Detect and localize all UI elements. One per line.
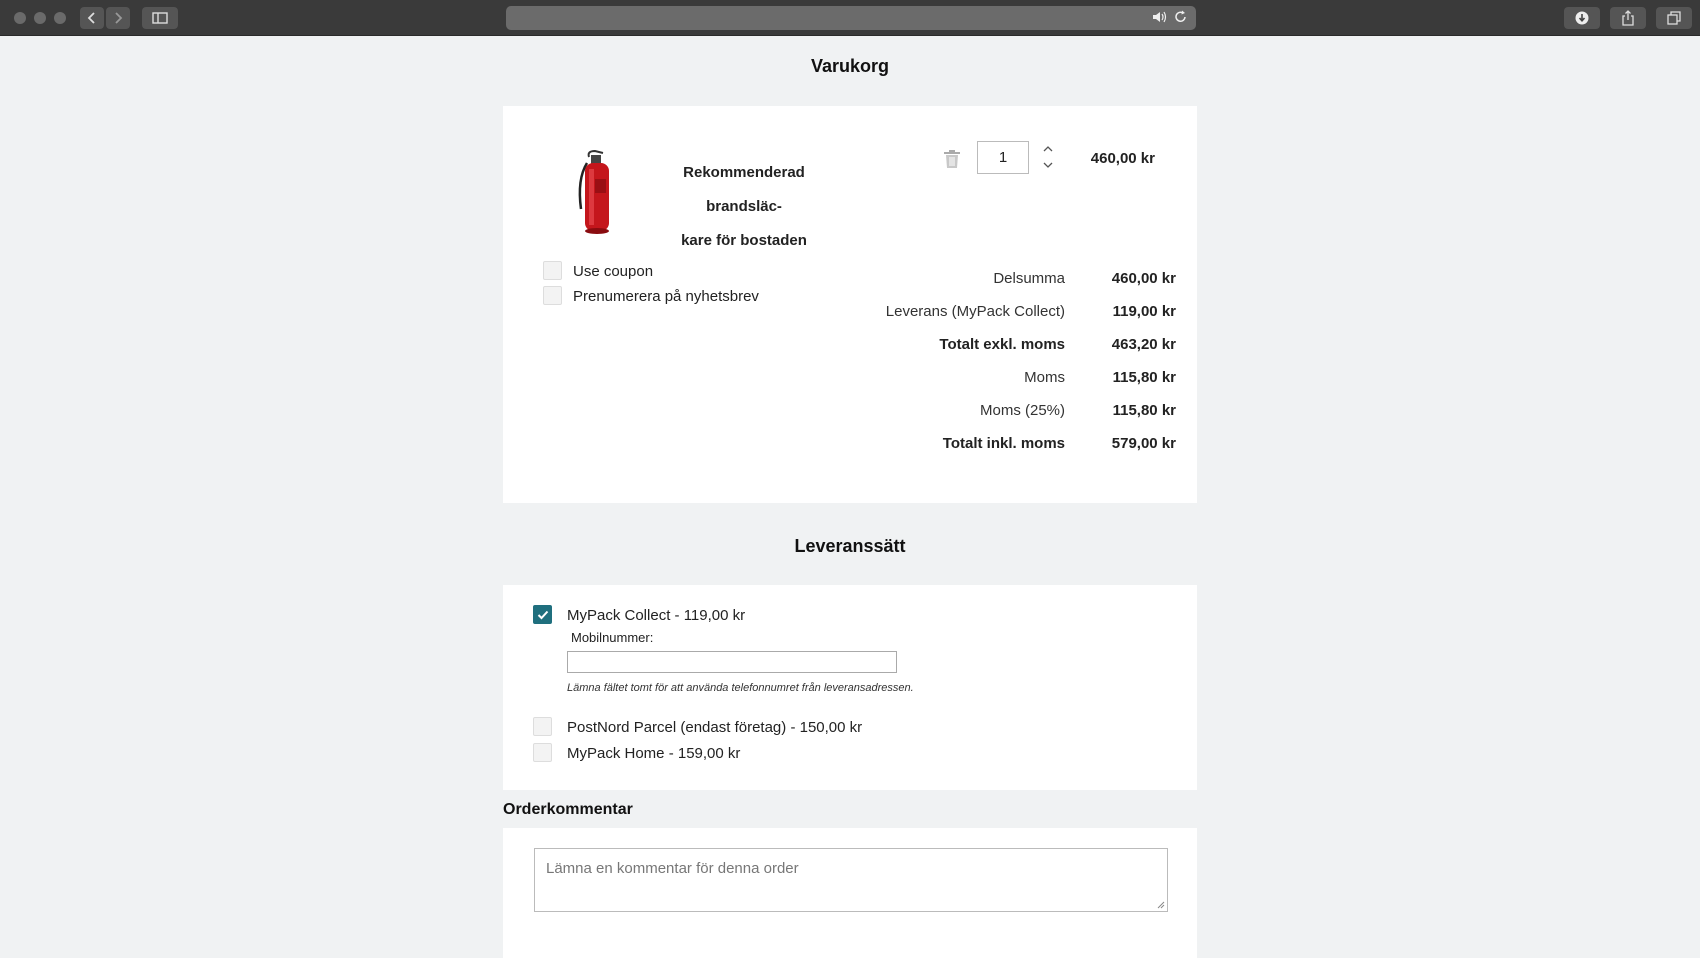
- back-button[interactable]: [80, 7, 104, 29]
- chevron-left-icon: [87, 12, 95, 24]
- subtotal-label: Delsumma: [993, 270, 1065, 287]
- quantity-stepper[interactable]: [1041, 143, 1055, 171]
- share-icon: [1622, 10, 1634, 26]
- use-coupon-label[interactable]: Use coupon: [573, 263, 653, 280]
- postnord-parcel-radio[interactable]: [533, 717, 552, 736]
- delivery-card: MyPack Collect - 119,00 kr Mobilnummer: …: [503, 585, 1197, 790]
- cart-card: Rekommenderad brandsläc- kare för bostad…: [503, 106, 1197, 503]
- order-comment-title: Orderkommentar: [503, 801, 633, 818]
- mobile-number-hint: Lämna fältet tomt för att använda telefo…: [567, 682, 914, 694]
- subtotal-value: 460,00 kr: [1111, 270, 1176, 287]
- sidebar-icon: [152, 12, 168, 24]
- vat-25-label: Moms (25%): [979, 402, 1065, 419]
- mypack-collect-radio[interactable]: [533, 605, 552, 624]
- product-name[interactable]: Rekommenderad brandsläc- kare för bostad…: [651, 156, 837, 258]
- share-button[interactable]: [1610, 7, 1646, 29]
- shipping-value: 119,00 kr: [1112, 303, 1176, 320]
- delivery-title: Leveranssätt: [794, 536, 906, 556]
- chevron-up-icon: [1043, 146, 1053, 152]
- mobile-number-label: Mobilnummer:: [571, 630, 654, 645]
- mobile-number-input[interactable]: [567, 651, 897, 673]
- mypack-home-label[interactable]: MyPack Home - 159,00 kr: [567, 745, 740, 762]
- window-close-button[interactable]: [14, 12, 26, 24]
- postnord-parcel-label[interactable]: PostNord Parcel (endast företag) - 150,0…: [567, 719, 862, 736]
- browser-toolbar: [0, 0, 1700, 36]
- window-zoom-button[interactable]: [54, 12, 66, 24]
- downloads-button[interactable]: [1564, 7, 1600, 29]
- mypack-collect-label[interactable]: MyPack Collect - 119,00 kr: [567, 607, 745, 624]
- reload-icon[interactable]: [1174, 10, 1188, 24]
- shipping-label: Leverans (MyPack Collect): [885, 303, 1065, 320]
- chevron-down-icon: [1043, 162, 1053, 168]
- total-incl-vat-value: 579,00 kr: [1111, 435, 1176, 452]
- product-name-line-1: Rekommenderad brandsläc-: [683, 164, 805, 215]
- vat-label: Moms: [1024, 369, 1065, 386]
- chevron-right-icon: [115, 12, 123, 24]
- use-coupon-checkbox[interactable]: [543, 261, 562, 280]
- product-name-line-2: kare för bostaden: [681, 232, 807, 249]
- checkmark-icon: [537, 610, 548, 619]
- address-bar[interactable]: [506, 6, 1196, 30]
- line-price: 460,00 kr: [1090, 150, 1155, 167]
- download-icon: [1575, 11, 1589, 25]
- mypack-home-radio[interactable]: [533, 743, 552, 762]
- speaker-icon[interactable]: [1152, 10, 1168, 24]
- forward-button[interactable]: [106, 7, 130, 29]
- sidebar-toggle-button[interactable]: [142, 7, 178, 29]
- vat-value: 115,80 kr: [1112, 369, 1176, 386]
- total-excl-vat-label: Totalt exkl. moms: [939, 336, 1065, 353]
- cart-title: Varukorg: [810, 56, 890, 76]
- order-comment-placeholder: Lämna en kommentar för denna order: [546, 860, 799, 877]
- trash-icon[interactable]: [943, 149, 961, 169]
- order-comment-textarea[interactable]: Lämna en kommentar för denna order: [534, 848, 1168, 912]
- newsletter-checkbox[interactable]: [543, 286, 562, 305]
- vat-25-value: 115,80 kr: [1112, 402, 1176, 419]
- tabs-overview-button[interactable]: [1656, 7, 1692, 29]
- quantity-input[interactable]: 1: [977, 141, 1029, 174]
- total-incl-vat-label: Totalt inkl. moms: [942, 435, 1065, 452]
- total-excl-vat-value: 463,20 kr: [1111, 336, 1176, 353]
- window-minimize-button[interactable]: [34, 12, 46, 24]
- order-comment-card: Lämna en kommentar för denna order: [503, 828, 1197, 958]
- fire-extinguisher-image: [578, 149, 609, 234]
- resize-grip-icon[interactable]: [1157, 901, 1165, 909]
- newsletter-label[interactable]: Prenumerera på nyhetsbrev: [573, 288, 759, 305]
- tabs-icon: [1667, 11, 1681, 25]
